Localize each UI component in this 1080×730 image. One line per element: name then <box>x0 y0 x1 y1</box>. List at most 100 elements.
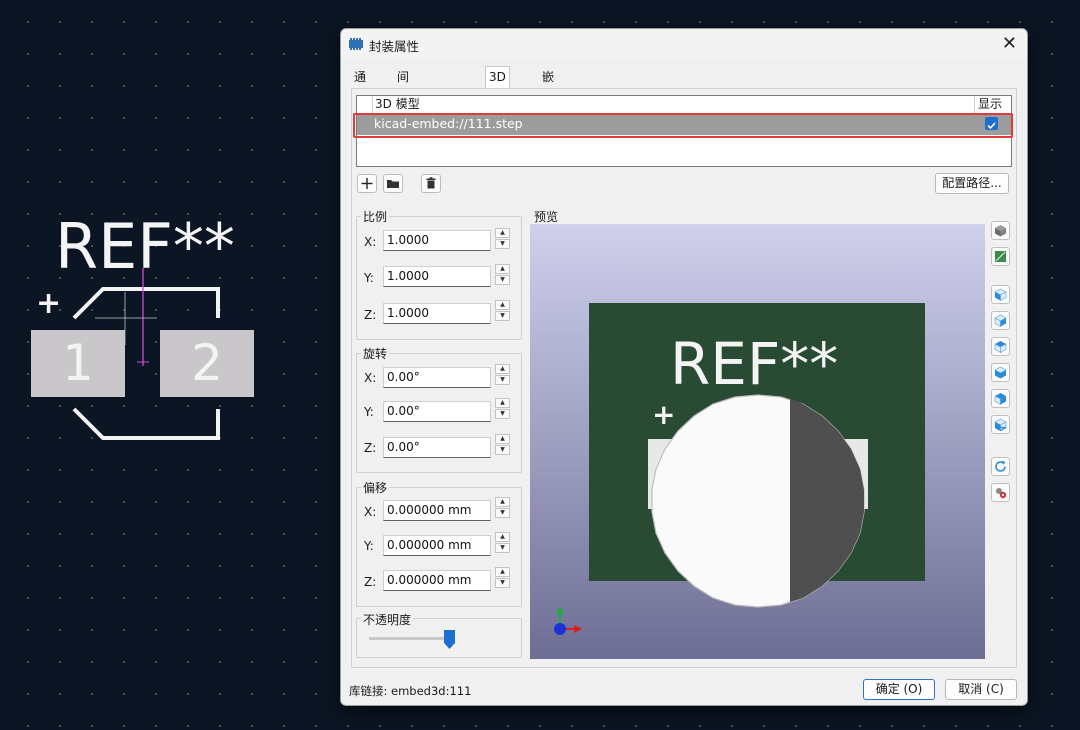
spin-up-icon[interactable]: ▲ <box>495 567 510 577</box>
spin-up-icon[interactable]: ▲ <box>495 398 510 408</box>
view-top-button[interactable] <box>991 389 1010 408</box>
offset-x-spinner[interactable]: ▲ ▼ <box>495 497 510 518</box>
rotation-x-label: X: <box>364 371 377 385</box>
header-separator <box>974 96 975 113</box>
axis-z-dot <box>554 623 566 635</box>
spin-down-icon[interactable]: ▼ <box>495 409 510 419</box>
tab-general[interactable]: 通用 <box>351 67 369 105</box>
silkscreen-outline-bottom <box>72 407 220 440</box>
opacity-slider[interactable] <box>369 637 449 640</box>
plus-icon <box>361 178 373 189</box>
scale-y-input[interactable]: 1.0000 <box>383 266 491 287</box>
scale-x-label: X: <box>364 235 377 249</box>
rotation-y-label: Y: <box>364 405 374 419</box>
view-3d-icon <box>995 225 1006 237</box>
pad-1-label: 1 <box>62 334 94 392</box>
opacity-slider-fill <box>369 637 449 640</box>
settings-icon <box>996 488 1007 499</box>
offset-y-input[interactable]: 0.000000 mm <box>383 535 491 556</box>
dialog-title: 封装属性 <box>369 39 420 54</box>
pin1-plus-marker: + <box>36 286 61 321</box>
board-plus-marker: + <box>652 398 675 431</box>
cancel-button[interactable]: 取消 (C) <box>945 679 1017 700</box>
offset-y-spinner[interactable]: ▲ ▼ <box>495 532 510 553</box>
offset-z-label: Z: <box>364 575 377 589</box>
spin-down-icon[interactable]: ▼ <box>495 508 510 518</box>
header-separator <box>372 96 373 113</box>
offset-z-spinner[interactable]: ▲ ▼ <box>495 567 510 588</box>
reload-icon <box>995 460 1006 472</box>
spin-up-icon[interactable]: ▲ <box>495 364 510 374</box>
view-board-button[interactable] <box>991 247 1010 266</box>
preview-settings-button[interactable] <box>991 483 1010 502</box>
rotation-group-title: 旋转 <box>361 345 390 362</box>
configure-paths-button[interactable]: 配置路径... <box>935 173 1009 194</box>
offset-x-input[interactable]: 0.000000 mm <box>383 500 491 521</box>
browse-model-button[interactable] <box>383 174 403 193</box>
view-left-button[interactable] <box>991 337 1010 356</box>
spin-down-icon[interactable]: ▼ <box>495 275 510 285</box>
selection-annotation-box <box>353 113 1013 138</box>
rotation-y-spinner[interactable]: ▲ ▼ <box>495 398 510 419</box>
silkscreen-outline-top <box>72 287 220 320</box>
scale-y-spinner[interactable]: ▲ ▼ <box>495 264 510 285</box>
tab-embedded-files[interactable]: 嵌入文件 <box>539 67 557 147</box>
view-back-button[interactable] <box>991 311 1010 330</box>
trash-icon <box>426 177 436 189</box>
3d-preview-viewport[interactable]: REF** + <box>530 224 985 659</box>
reload-button[interactable] <box>991 457 1010 476</box>
spin-down-icon[interactable]: ▼ <box>495 543 510 553</box>
scale-x-spinner[interactable]: ▲ ▼ <box>495 228 510 249</box>
view-bottom-button[interactable] <box>991 415 1010 434</box>
ok-button[interactable]: 确定 (O) <box>863 679 935 700</box>
tab-clearance-overrides[interactable]: 间距重写和设置 <box>394 67 412 210</box>
remove-model-button[interactable] <box>421 174 441 193</box>
rotation-z-spinner[interactable]: ▲ ▼ <box>495 434 510 455</box>
title-bar[interactable]: 封装属性 ✕ <box>341 29 1027 59</box>
view-top-icon <box>994 393 1006 406</box>
scale-x-input[interactable]: 1.0000 <box>383 230 491 251</box>
scale-z-input[interactable]: 1.0000 <box>383 303 491 324</box>
offset-group-title: 偏移 <box>361 479 390 496</box>
scale-z-spinner[interactable]: ▲ ▼ <box>495 300 510 321</box>
library-link-text: 库链接: embed3d:111 <box>349 684 472 698</box>
view-right-button[interactable] <box>991 363 1010 382</box>
view-3d-button[interactable] <box>991 221 1010 240</box>
spin-up-icon[interactable]: ▲ <box>495 532 510 542</box>
scale-z-label: Z: <box>364 308 377 322</box>
rotation-x-input[interactable]: 0.00° <box>383 367 491 388</box>
view-bottom-icon <box>994 418 1007 432</box>
column-header-show[interactable]: 显示 <box>978 96 1003 113</box>
spin-down-icon[interactable]: ▼ <box>495 578 510 588</box>
close-icon[interactable]: ✕ <box>1002 33 1017 54</box>
offset-z-input[interactable]: 0.000000 mm <box>383 570 491 591</box>
view-board-icon <box>995 251 1006 262</box>
rotation-x-spinner[interactable]: ▲ ▼ <box>495 364 510 385</box>
opacity-slider-thumb[interactable] <box>443 630 455 649</box>
view-front-button[interactable] <box>991 285 1010 304</box>
folder-icon <box>387 180 399 188</box>
column-header-model[interactable]: 3D 模型 <box>375 96 420 113</box>
spin-up-icon[interactable]: ▲ <box>495 434 510 444</box>
scale-group-title: 比例 <box>361 208 390 225</box>
view-back-icon <box>994 314 1007 328</box>
spin-up-icon[interactable]: ▲ <box>495 300 510 310</box>
pad-2-label: 2 <box>191 334 223 392</box>
spin-down-icon[interactable]: ▼ <box>495 311 510 321</box>
board-ref-text: REF** <box>670 330 838 398</box>
rotation-z-input[interactable]: 0.00° <box>383 437 491 458</box>
view-right-icon <box>994 366 1007 379</box>
ref-designator[interactable]: REF** <box>55 210 235 283</box>
view-left-icon <box>994 341 1007 354</box>
spin-down-icon[interactable]: ▼ <box>495 375 510 385</box>
offset-x-label: X: <box>364 505 377 519</box>
spin-up-icon[interactable]: ▲ <box>495 228 510 238</box>
add-model-button[interactable] <box>357 174 377 193</box>
rotation-y-input[interactable]: 0.00° <box>383 401 491 422</box>
spin-up-icon[interactable]: ▲ <box>495 264 510 274</box>
spin-up-icon[interactable]: ▲ <box>495 497 510 507</box>
spin-down-icon[interactable]: ▼ <box>495 239 510 249</box>
tab-3d-models[interactable]: 3D 模型 <box>485 66 510 126</box>
footprint-properties-dialog: 封装属性 ✕ 通用 间距重写和设置 3D 模型 嵌入文件 3D 模型 显示 ki… <box>340 28 1028 706</box>
spin-down-icon[interactable]: ▼ <box>495 445 510 455</box>
